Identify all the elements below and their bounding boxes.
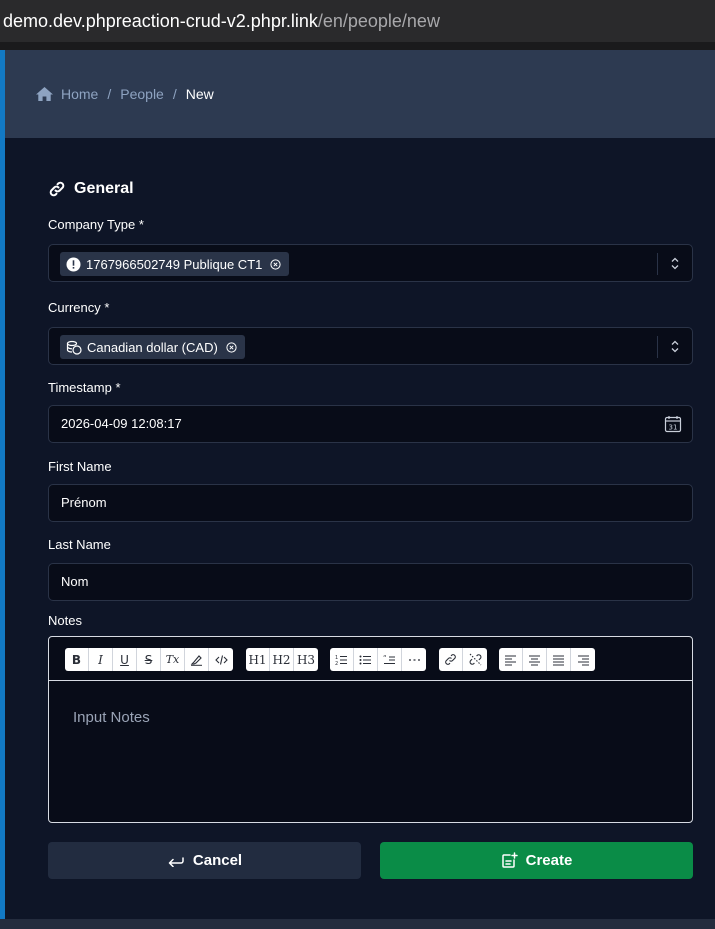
align-center-icon [529, 655, 540, 665]
code-button[interactable] [209, 648, 233, 671]
h3-button[interactable]: H3 [294, 648, 318, 671]
company-type-value: 1767966502749 Publique CT1 [86, 256, 263, 272]
currency-label: Currency * [48, 300, 110, 315]
italic-button[interactable]: I [89, 648, 113, 671]
insert-link-button[interactable] [439, 648, 463, 671]
company-type-label: Company Type * [48, 217, 144, 232]
note-add-icon [501, 852, 518, 868]
url-path: /en/people/new [317, 11, 440, 31]
align-left-button[interactable] [499, 648, 523, 671]
align-justify-icon [553, 655, 564, 665]
timestamp-value: 2026-04-09 12:08:17 [61, 416, 182, 431]
coins-icon [66, 340, 82, 355]
calendar-icon[interactable]: 31 [664, 415, 682, 433]
h1-button[interactable]: H1 [246, 648, 270, 671]
last-name-label: Last Name [48, 537, 111, 552]
section-title: General [48, 180, 134, 198]
align-justify-button[interactable] [547, 648, 571, 671]
notes-editor[interactable]: B I U S Tx H1 H2 H3 12 “ Input Notes [48, 636, 693, 823]
last-name-value: Nom [61, 574, 89, 589]
breadcrumb-current: New [185, 86, 214, 102]
clear-format-button[interactable]: Tx [161, 648, 185, 671]
company-type-select[interactable]: 1767966502749 Publique CT1 [48, 244, 693, 282]
breadcrumb-home[interactable]: Home [61, 86, 98, 102]
code-icon [214, 654, 228, 665]
cancel-label: Cancel [192, 852, 243, 869]
highlight-button[interactable] [185, 648, 209, 671]
heading-group: H1 H2 H3 [246, 648, 318, 671]
link-group [439, 648, 487, 671]
currency-value: Canadian dollar (CAD) [87, 339, 218, 355]
bullet-list-icon [359, 655, 371, 664]
breadcrumb-separator: / [172, 86, 177, 102]
link-icon [445, 654, 456, 665]
page-footer-strip [0, 919, 715, 929]
svg-text:2: 2 [335, 661, 338, 666]
strike-button[interactable]: S [137, 648, 161, 671]
breadcrumb-people[interactable]: People [120, 86, 164, 102]
page-header: Home / People / New [5, 50, 715, 138]
company-type-chip: 1767966502749 Publique CT1 [60, 252, 290, 276]
blockquote-button[interactable]: “ [378, 648, 402, 671]
notes-label: Notes [48, 613, 82, 628]
breadcrumb: Home / People / New [35, 86, 214, 102]
url-host: demo.dev.phpreaction-crud-v2.phpr.link [3, 11, 318, 31]
bullet-list-button[interactable] [354, 648, 378, 671]
create-button[interactable]: Create [380, 842, 693, 879]
breadcrumb-separator: / [107, 86, 112, 102]
link-icon [49, 181, 65, 197]
remove-chip-icon[interactable] [226, 341, 237, 353]
first-name-input[interactable]: Prénom [48, 484, 693, 522]
timestamp-input[interactable]: 2026-04-09 12:08:17 31 [48, 405, 693, 443]
form-panel: General Company Type * 1767966502749 Pub… [5, 138, 715, 919]
format-group: B I U S Tx [65, 648, 233, 671]
svg-text:31: 31 [669, 424, 678, 432]
ordered-list-button[interactable]: 12 [330, 648, 354, 671]
editor-toolbar: B I U S Tx H1 H2 H3 12 “ [49, 637, 692, 681]
cancel-button[interactable]: Cancel [48, 842, 361, 879]
browser-address-bar[interactable]: demo.dev.phpreaction-crud-v2.phpr.link/e… [0, 0, 715, 42]
chevron-updown-icon[interactable] [670, 339, 680, 354]
align-group [499, 648, 595, 671]
align-right-icon [577, 655, 589, 665]
timestamp-label: Timestamp * [48, 380, 121, 395]
h2-button[interactable]: H2 [270, 648, 294, 671]
list-group: 12 “ [330, 648, 426, 671]
select-divider [657, 336, 658, 358]
align-right-button[interactable] [571, 648, 595, 671]
underline-button[interactable]: U [113, 648, 137, 671]
notes-placeholder: Input Notes [73, 709, 150, 726]
remove-chip-icon[interactable] [270, 258, 281, 270]
align-center-button[interactable] [523, 648, 547, 671]
return-arrow-icon [168, 856, 184, 867]
currency-chip: Canadian dollar (CAD) [60, 335, 245, 359]
unlink-button[interactable] [463, 648, 487, 671]
currency-select[interactable]: Canadian dollar (CAD) [48, 327, 693, 365]
bold-button[interactable]: B [65, 648, 89, 671]
first-name-label: First Name [48, 459, 112, 474]
alert-circle-icon [66, 257, 81, 272]
home-icon[interactable] [35, 86, 54, 102]
create-label: Create [525, 852, 573, 869]
svg-text:“: “ [383, 654, 387, 662]
align-left-icon [505, 655, 516, 665]
chevron-updown-icon[interactable] [670, 256, 680, 271]
unlink-icon [469, 653, 481, 666]
browser-divider [0, 42, 715, 50]
section-title-text: General [74, 180, 134, 197]
horizontal-rule-button[interactable] [402, 648, 426, 671]
ellipsis-icon [408, 658, 420, 661]
highlighter-icon [190, 655, 202, 666]
quote-icon: “ [383, 654, 395, 664]
ordered-list-icon: 12 [335, 655, 347, 666]
last-name-input[interactable]: Nom [48, 563, 693, 601]
select-divider [657, 253, 658, 275]
first-name-value: Prénom [61, 495, 107, 510]
